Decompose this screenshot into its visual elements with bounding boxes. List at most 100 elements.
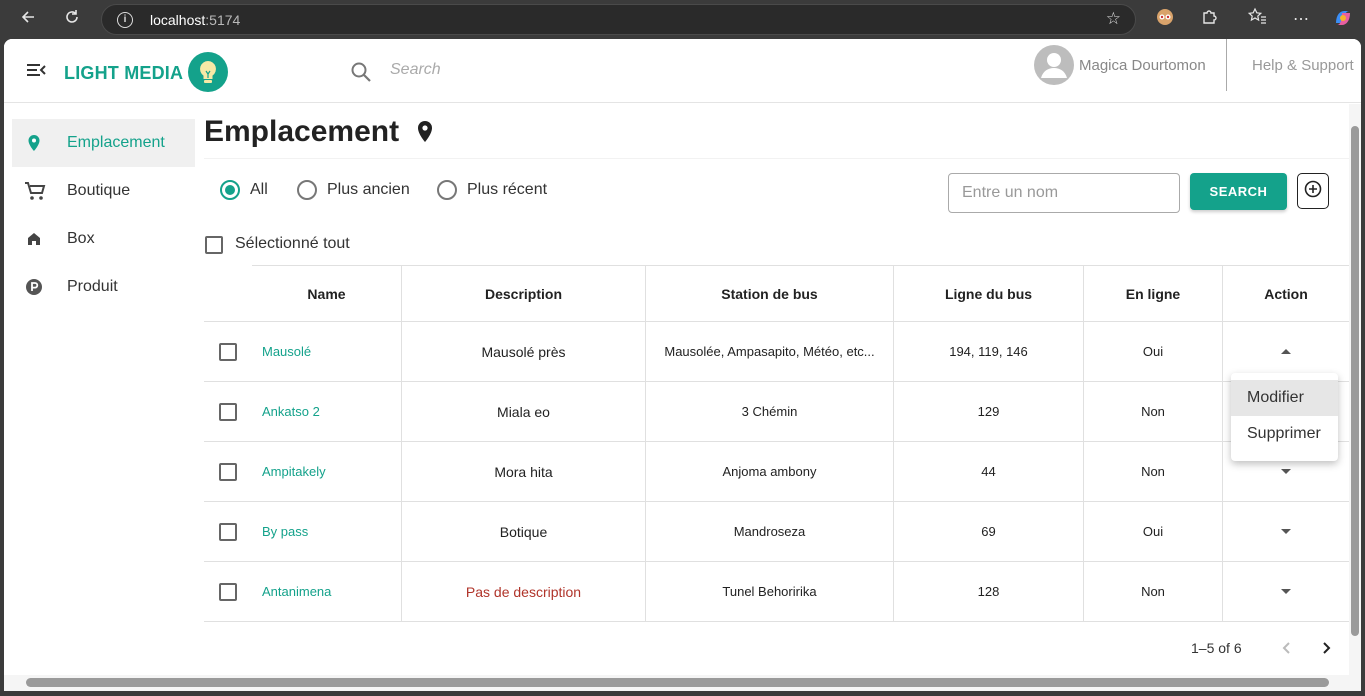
row-name-link[interactable]: By pass (252, 502, 401, 561)
title-divider (204, 158, 1349, 159)
row-checkbox[interactable] (219, 582, 237, 601)
table-row: Antanimena Pas de description Tunel Beho… (204, 562, 1349, 622)
row-checkbox[interactable] (219, 462, 237, 481)
radio-label: All (250, 181, 268, 198)
help-support-link[interactable]: Help & Support (1252, 57, 1354, 74)
row-checkbox[interactable] (219, 402, 237, 421)
vertical-scroll-thumb[interactable] (1351, 126, 1359, 636)
column-header-name[interactable]: Name (252, 265, 401, 321)
sidebar-item-emplacement[interactable]: Emplacement (12, 119, 195, 167)
extensions-puzzle-icon[interactable] (1196, 7, 1222, 33)
chevron-left-icon[interactable] (1277, 638, 1297, 658)
search-button[interactable]: SEARCH (1190, 173, 1287, 210)
menu-item-supprimer[interactable]: Supprimer (1231, 416, 1338, 452)
table-row: Ampitakely Mora hita Anjoma ambony 44 No… (204, 442, 1349, 502)
pagination-range: 1–5 of 6 (1191, 640, 1242, 656)
sidebar-item-boutique[interactable]: Boutique (12, 167, 195, 215)
global-search-input[interactable] (390, 61, 630, 79)
row-check-cell (204, 562, 252, 621)
column-header-ligne[interactable]: Ligne du bus (893, 265, 1083, 321)
caret-down-icon[interactable] (1281, 589, 1291, 594)
column-header-description[interactable]: Description (401, 265, 645, 321)
location-pin-icon (24, 133, 44, 153)
table-header-row: Name Description Station de bus Ligne du… (204, 265, 1349, 322)
address-bar[interactable]: i localhost:5174 ☆ (101, 4, 1136, 35)
search-icon (350, 61, 372, 83)
add-location-button[interactable] (1297, 173, 1329, 209)
vertical-scrollbar[interactable] (1349, 104, 1361, 691)
caret-down-icon[interactable] (1281, 469, 1291, 474)
sidebar: Emplacement Boutique Box Produit (4, 104, 199, 691)
table-row: Ankatso 2 Miala eo 3 Chémin 129 Non (204, 382, 1349, 442)
copilot-icon[interactable] (1330, 7, 1356, 33)
row-en-ligne: Oui (1083, 502, 1222, 561)
brand-name: LIGHT MEDIA (64, 63, 184, 83)
caret-up-icon[interactable] (1281, 349, 1291, 354)
main-content: Emplacement All Plus ancien Plus récent … (204, 104, 1349, 691)
radio-circle[interactable] (220, 180, 240, 200)
row-description: Mora hita (401, 442, 645, 501)
row-ligne: 69 (893, 502, 1083, 561)
column-header-en-ligne[interactable]: En ligne (1083, 265, 1222, 321)
favorites-icon[interactable] (1244, 7, 1270, 33)
radio-circle[interactable] (437, 180, 457, 200)
row-name-link[interactable]: Antanimena (252, 562, 401, 621)
row-en-ligne: Non (1083, 382, 1222, 441)
row-station: Tunel Behoririka (645, 562, 893, 621)
row-station: Mausolée, Ampasapito, Météo, etc... (645, 322, 893, 381)
sidebar-item-box[interactable]: Box (12, 215, 195, 263)
row-ligne: 194, 119, 146 (893, 322, 1083, 381)
row-station: Anjoma ambony (645, 442, 893, 501)
browser-toolbar: i localhost:5174 ☆ ⋯ (0, 0, 1365, 39)
menu-toggle-icon[interactable] (26, 62, 46, 78)
row-name-link[interactable]: Ankatso 2 (252, 382, 401, 441)
reload-icon[interactable] (58, 6, 86, 34)
chevron-right-icon[interactable] (1316, 638, 1336, 658)
row-ligne: 129 (893, 382, 1083, 441)
row-description: Pas de description (401, 562, 645, 621)
row-ligne: 44 (893, 442, 1083, 501)
header-check-cell (204, 265, 252, 321)
menu-item-modifier[interactable]: Modifier (1231, 380, 1338, 416)
row-en-ligne: Non (1083, 562, 1222, 621)
appbar-divider (1226, 39, 1227, 91)
horizontal-scroll-thumb[interactable] (26, 678, 1329, 687)
site-info-icon[interactable]: i (117, 12, 133, 28)
app-bar: LIGHT MEDIA Magica Dourtomon Help & Supp… (4, 39, 1361, 103)
select-all-label: Sélectionné tout (235, 235, 350, 252)
row-check-cell (204, 322, 252, 381)
cart-icon (24, 181, 46, 201)
select-all-checkbox[interactable] (205, 236, 223, 254)
sidebar-item-produit[interactable]: Produit (12, 263, 195, 311)
row-en-ligne: Oui (1083, 322, 1222, 381)
name-search-input[interactable] (948, 173, 1180, 213)
row-check-cell (204, 442, 252, 501)
page: LIGHT MEDIA Magica Dourtomon Help & Supp… (4, 39, 1361, 691)
extension-eyes-icon[interactable] (1152, 7, 1178, 33)
radio-label: Plus ancien (327, 181, 410, 198)
row-checkbox[interactable] (219, 342, 237, 361)
row-name-link[interactable]: Mausolé (252, 322, 401, 381)
user-name[interactable]: Magica Dourtomon (1079, 57, 1206, 74)
row-checkbox[interactable] (219, 522, 237, 541)
row-name-link[interactable]: Ampitakely (252, 442, 401, 501)
back-icon[interactable] (14, 6, 42, 34)
radio-circle[interactable] (297, 180, 317, 200)
bookmark-star-icon[interactable]: ☆ (1106, 9, 1121, 29)
avatar[interactable] (1034, 45, 1074, 85)
lightbulb-logo-icon (188, 52, 228, 92)
sidebar-item-label: Produit (67, 278, 118, 295)
sidebar-item-label: Boutique (67, 182, 131, 199)
row-description: Miala eo (401, 382, 645, 441)
global-search (350, 59, 650, 85)
row-ligne: 128 (893, 562, 1083, 621)
table-row: Mausolé Mausolé près Mausolée, Ampasapit… (204, 322, 1349, 382)
caret-down-icon[interactable] (1281, 529, 1291, 534)
row-check-cell (204, 502, 252, 561)
sidebar-item-label: Emplacement (67, 134, 165, 151)
row-description: Botique (401, 502, 645, 561)
more-options-icon[interactable]: ⋯ (1288, 7, 1314, 33)
table-row: By pass Botique Mandroseza 69 Oui (204, 502, 1349, 562)
horizontal-scrollbar[interactable] (4, 675, 1361, 691)
column-header-station[interactable]: Station de bus (645, 265, 893, 321)
